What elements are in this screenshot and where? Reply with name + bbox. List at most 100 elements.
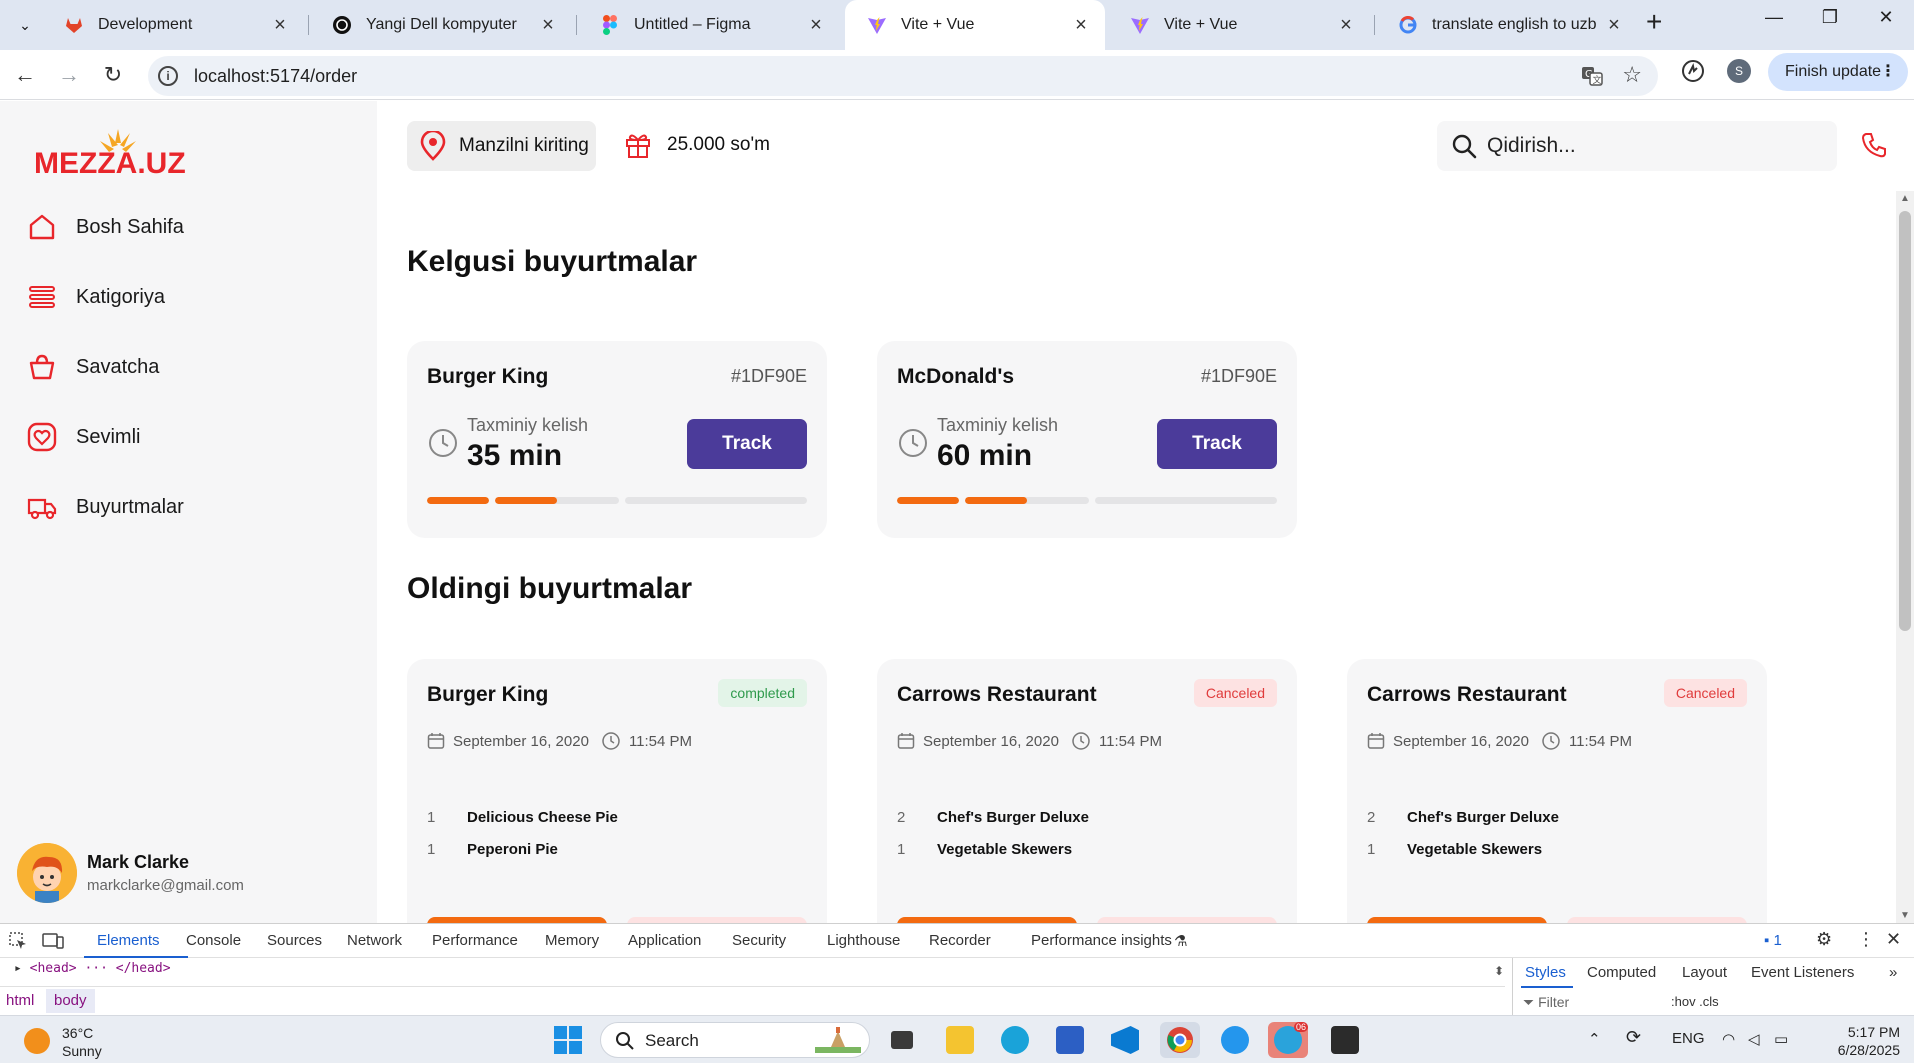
devtools-tab-performance-insights[interactable]: Performance insights (1031, 932, 1172, 949)
sidebar-item-sevimli[interactable]: Sevimli (26, 417, 140, 457)
devtools-tab-security[interactable]: Security (732, 932, 786, 949)
search-input[interactable]: Qidirish... (1437, 121, 1837, 171)
close-icon[interactable]: × (1336, 14, 1356, 37)
close-icon[interactable]: × (806, 14, 826, 37)
mezza-logo[interactable]: MEZZA.UZ (34, 123, 204, 179)
devtools-tab-sources[interactable]: Sources (267, 932, 322, 949)
chevron-up-icon[interactable]: ⌃ (1588, 1030, 1601, 1048)
close-devtools-icon[interactable]: ✕ (1886, 929, 1901, 950)
store-button[interactable] (1050, 1022, 1090, 1058)
breadcrumb-item-body[interactable]: body (46, 989, 95, 1013)
language-indicator[interactable]: ENG (1672, 1030, 1705, 1047)
breadcrumb-item-html[interactable]: html (6, 992, 34, 1009)
browser-tab[interactable]: Untitled – Figma × (578, 0, 840, 50)
scroll-up-arrow-icon[interactable]: ▲ (1900, 193, 1910, 204)
address-bar[interactable]: i localhost:5174/order G 文 ☆ (148, 56, 1658, 96)
sidebar-item-katigoriya[interactable]: Katigoriya (26, 277, 165, 317)
issues-counter[interactable]: ▪ 1 (1764, 932, 1782, 949)
minimize-button[interactable]: — (1746, 0, 1802, 34)
more-tabs-chevron-icon[interactable]: » (1889, 964, 1897, 981)
close-icon[interactable]: × (538, 14, 558, 37)
weather-widget[interactable]: 36°C Sunny (24, 1024, 102, 1060)
sync-icon[interactable]: ⟳ (1626, 1027, 1641, 1048)
telegram-button[interactable]: 06 (1268, 1022, 1308, 1058)
site-info-icon[interactable]: i (158, 66, 178, 86)
edge-button[interactable] (995, 1022, 1035, 1058)
inspect-element-icon[interactable] (8, 931, 28, 951)
more-vert-icon[interactable]: ⋮ (1880, 53, 1896, 91)
vscode-button[interactable] (1105, 1022, 1145, 1058)
user-profile[interactable]: Mark Clarke markclarke@gmail.com (17, 843, 244, 903)
devtools-tab-recorder[interactable]: Recorder (929, 932, 991, 949)
browser-tab-active[interactable]: Vite + Vue × (845, 0, 1105, 50)
docker-button[interactable] (1215, 1022, 1255, 1058)
bookmark-star-icon[interactable]: ☆ (1622, 62, 1642, 88)
browser-tab[interactable]: translate english to uzbek × (1376, 0, 1638, 50)
finish-update-button[interactable]: Finish update ⋮ (1768, 53, 1908, 91)
wifi-icon[interactable]: ◠ (1722, 1030, 1735, 1048)
styles-filter-input[interactable]: ⏷ Filter (1523, 994, 1569, 1011)
track-button[interactable]: Track (1157, 419, 1277, 469)
sidebar-item-label: Sevimli (76, 425, 141, 448)
tab-styles[interactable]: Styles (1525, 964, 1566, 981)
chrome-button[interactable] (1160, 1022, 1200, 1058)
devtools-tab-memory[interactable]: Memory (545, 932, 599, 949)
task-view-button[interactable] (882, 1022, 922, 1058)
forward-button[interactable]: → (54, 60, 84, 90)
taskbar-clock[interactable]: 5:17 PM 6/28/2025 (1820, 1023, 1900, 1059)
sidebar-item-buyurtmalar[interactable]: Buyurtmalar (26, 487, 184, 527)
scroll-down-arrow-icon[interactable]: ▼ (1900, 910, 1910, 921)
dom-tree-line[interactable]: ▸ <head> ··· </head> (14, 961, 171, 976)
balance-display[interactable]: 25.000 so'm (625, 131, 770, 159)
sidebar-item-label: Bosh Sahifa (76, 215, 184, 238)
back-button[interactable]: ← (10, 60, 40, 90)
address-selector-button[interactable]: Manzilni kiriting (407, 121, 596, 171)
chatgpt-icon (332, 15, 352, 35)
devtools-tab-elements[interactable]: Elements (97, 932, 160, 949)
device-toolbar-icon[interactable] (42, 931, 64, 951)
close-icon[interactable]: × (1604, 14, 1624, 37)
browser-tab[interactable]: Development × (42, 0, 304, 50)
url-text[interactable]: localhost:5174/order (194, 66, 357, 87)
volume-icon[interactable]: ◁ (1748, 1030, 1760, 1048)
tab-search-dropdown[interactable]: ⌄ (12, 12, 38, 38)
translate-icon[interactable]: G 文 (1580, 64, 1604, 88)
window-close-button[interactable]: ✕ (1858, 0, 1914, 34)
phone-icon[interactable] (1860, 131, 1888, 159)
page-scrollbar[interactable]: ▲ ▼ (1896, 191, 1914, 923)
tab-layout[interactable]: Layout (1682, 964, 1727, 981)
terminal-button[interactable] (1325, 1022, 1365, 1058)
taskbar-search[interactable]: Search (600, 1022, 870, 1058)
close-icon[interactable]: × (270, 14, 290, 37)
track-button[interactable]: Track (687, 419, 807, 469)
expand-triangle-icon[interactable]: ▸ (14, 961, 22, 976)
clock-icon (899, 429, 927, 457)
devtools-tab-application[interactable]: Application (628, 932, 701, 949)
browser-tab[interactable]: Vite + Vue × (1108, 0, 1370, 50)
scrollbar-thumb[interactable] (1899, 211, 1911, 631)
devtools-tab-performance[interactable]: Performance (432, 932, 518, 949)
devtools-tab-lighthouse[interactable]: Lighthouse (827, 932, 900, 949)
tab-event-listeners[interactable]: Event Listeners (1751, 964, 1854, 981)
devtools-tab-network[interactable]: Network (347, 932, 402, 949)
more-vert-icon[interactable]: ⋮ (1857, 929, 1875, 950)
sidebar-item-bosh-sahifa[interactable]: Bosh Sahifa (26, 207, 184, 247)
close-icon[interactable]: × (1071, 14, 1091, 37)
gear-icon[interactable]: ⚙ (1816, 929, 1832, 950)
new-tab-button[interactable]: + (1646, 6, 1662, 38)
file-explorer-button[interactable] (940, 1022, 980, 1058)
chrome-icon (1167, 1027, 1193, 1053)
sidebar-item-savatcha[interactable]: Savatcha (26, 347, 159, 387)
start-button[interactable] (548, 1022, 588, 1058)
progress-fill (897, 497, 959, 504)
restore-button[interactable]: ❐ (1802, 0, 1858, 34)
extension-icon[interactable] (1680, 58, 1706, 84)
panel-resize-handle-icon[interactable]: ⬍ (1494, 964, 1504, 978)
browser-tab[interactable]: Yangi Dell kompyuter × (310, 0, 572, 50)
battery-icon[interactable]: ▭ (1774, 1030, 1788, 1048)
state-toggles[interactable]: :hov .cls (1671, 994, 1719, 1009)
devtools-tab-console[interactable]: Console (186, 932, 241, 949)
reload-button[interactable]: ↻ (98, 60, 128, 90)
profile-avatar[interactable]: S (1727, 59, 1751, 83)
tab-computed[interactable]: Computed (1587, 964, 1656, 981)
